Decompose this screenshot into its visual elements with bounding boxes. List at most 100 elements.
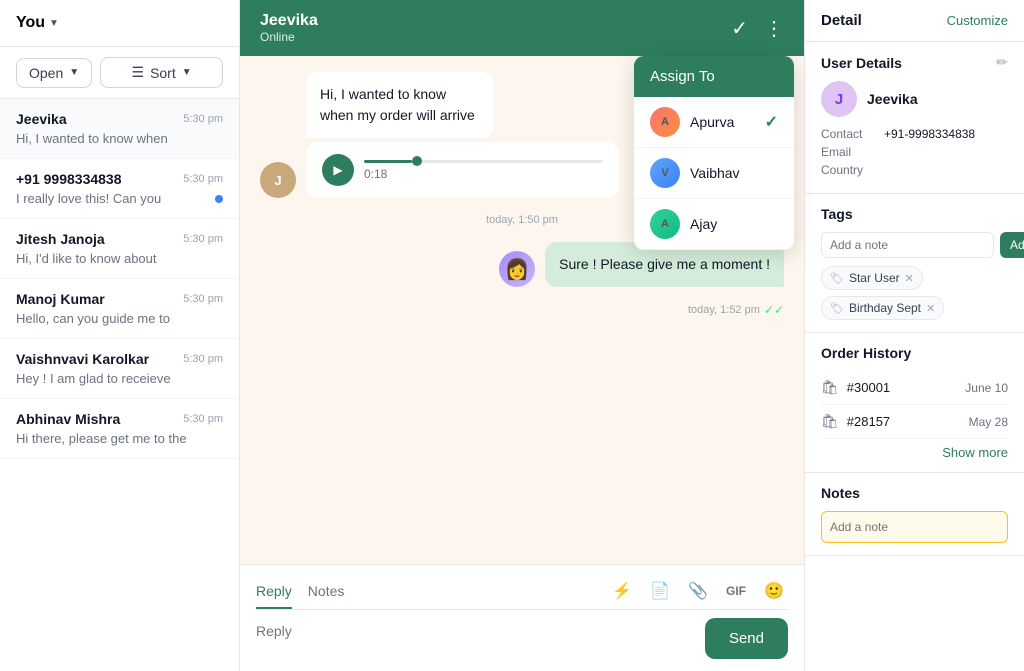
- edit-icon[interactable]: ✏: [996, 54, 1008, 71]
- user-avatar-row: J Jeevika: [821, 81, 1008, 117]
- contact-preview: Hi, I wanted to know when: [16, 131, 168, 146]
- contact-time: 5:30 pm: [183, 353, 223, 365]
- contact-field: Contact +91-9998334838: [821, 127, 1008, 141]
- contact-time: 5:30 pm: [183, 413, 223, 425]
- chat-header-info: Jeevika Online: [260, 12, 318, 44]
- input-tabs: Reply Notes ⚡ 📄 📎 GIF 🙂: [256, 577, 788, 610]
- notes-input[interactable]: [821, 511, 1008, 543]
- email-field: Email: [821, 145, 1008, 159]
- attach-icon[interactable]: 📎: [684, 577, 712, 605]
- tag-birthday-sept: 🏷 Birthday Sept ✕: [821, 296, 944, 320]
- user-name: Jeevika: [867, 91, 918, 107]
- order-item-1: 🛍 #30001 June 10: [821, 371, 1008, 405]
- contact-preview: Hello, can you guide me to: [16, 311, 170, 326]
- resolve-icon[interactable]: ✓: [731, 16, 748, 41]
- order-bag-icon-2: 🛍: [821, 413, 839, 430]
- contact-item[interactable]: Manoj Kumar 5:30 pm Hello, can you guide…: [0, 279, 239, 339]
- tags-input-row: Add: [821, 232, 1008, 258]
- contact-preview: Hi, I'd like to know about: [16, 251, 157, 266]
- chat-input-area: Reply Notes ⚡ 📄 📎 GIF 🙂 Send: [240, 564, 804, 671]
- contact-item[interactable]: Jeevika 5:30 pm Hi, I wanted to know whe…: [0, 99, 239, 159]
- detail-title: Detail: [821, 12, 862, 29]
- assign-agent-vaibhav[interactable]: V Vaibhav: [634, 148, 794, 199]
- show-more-button[interactable]: Show more: [821, 445, 1008, 460]
- user-section-title: User Details: [821, 55, 902, 71]
- outgoing-text: Sure ! Please give me a moment !: [559, 256, 770, 272]
- chat-contact-name: Jeevika: [260, 12, 318, 30]
- add-tag-button[interactable]: Add: [1000, 232, 1024, 258]
- contact-preview: Hi there, please get me to the: [16, 431, 187, 446]
- assign-agent-name-2: Vaibhav: [690, 165, 778, 181]
- order-date-1: June 10: [965, 381, 1008, 395]
- tab-reply[interactable]: Reply: [256, 577, 292, 609]
- open-label: Open: [29, 65, 63, 81]
- order-item-2: 🛍 #28157 May 28: [821, 405, 1008, 439]
- emoji-icon[interactable]: 🙂: [760, 577, 788, 605]
- remove-tag-icon[interactable]: ✕: [905, 272, 914, 285]
- notes-section-header: Notes: [821, 485, 1008, 501]
- contact-preview: Hey ! I am glad to receieve: [16, 371, 171, 386]
- audio-duration: 0:18: [364, 167, 603, 181]
- contact-preview: I really love this! Can you: [16, 191, 161, 206]
- contact-time: 5:30 pm: [183, 293, 223, 305]
- user-details-section: User Details ✏ J Jeevika Contact +91-999…: [805, 42, 1024, 194]
- contact-label: Contact: [821, 127, 876, 141]
- contact-item[interactable]: +91 9998334838 5:30 pm I really love thi…: [0, 159, 239, 219]
- progress-bar: [364, 160, 603, 163]
- sidebar-header: You ▼: [0, 0, 239, 47]
- assign-agent-apurva[interactable]: A Apurva ✓: [634, 97, 794, 148]
- order-bag-icon: 🛍: [821, 379, 839, 396]
- notes-section: Notes: [805, 473, 1024, 556]
- play-button[interactable]: ▶: [322, 154, 354, 186]
- gif-icon[interactable]: GIF: [722, 577, 750, 605]
- open-chevron-icon: ▼: [69, 67, 79, 78]
- sort-chevron-icon: ▼: [182, 67, 192, 78]
- email-label: Email: [821, 145, 876, 159]
- contact-time: 5:30 pm: [183, 173, 223, 185]
- remove-tag-icon-2[interactable]: ✕: [926, 302, 935, 315]
- lightning-icon[interactable]: ⚡: [608, 577, 636, 605]
- reply-input[interactable]: [256, 619, 695, 659]
- order-id-1: #30001: [847, 380, 958, 395]
- user-avatar: J: [821, 81, 857, 117]
- tags-section: Tags Add 🏷 Star User ✕ 🏷 Birthday Sept ✕: [805, 194, 1024, 333]
- contact-item[interactable]: Abhinav Mishra 5:30 pm Hi there, please …: [0, 399, 239, 459]
- assign-agent-ajay[interactable]: A Ajay: [634, 199, 794, 250]
- document-icon[interactable]: 📄: [646, 577, 674, 605]
- contact-time: 5:30 pm: [183, 113, 223, 125]
- user-selector[interactable]: You ▼: [16, 14, 59, 32]
- contact-name: Jitesh Janoja: [16, 231, 105, 247]
- customize-button[interactable]: Customize: [947, 13, 1008, 28]
- sidebar-toolbar: Open ▼ ☰ Sort ▼: [0, 47, 239, 99]
- more-options-icon[interactable]: ⋮: [764, 16, 784, 41]
- assign-dropdown: Assign To A Apurva ✓ V Vaibhav A Ajay: [634, 56, 794, 250]
- incoming-text: Hi, I wanted to know when my order will …: [320, 86, 475, 123]
- tags-title: Tags: [821, 206, 853, 222]
- chat-area: Jeevika Online ✓ ⋮ Assign To A Apurva ✓ …: [240, 0, 804, 671]
- send-button[interactable]: Send: [705, 618, 788, 659]
- apurva-avatar: A: [650, 107, 680, 137]
- recipient-avatar: 👩: [499, 251, 535, 287]
- notes-title: Notes: [821, 485, 860, 501]
- progress-fill: [364, 160, 412, 163]
- contact-time: 5:30 pm: [183, 233, 223, 245]
- open-filter-button[interactable]: Open ▼: [16, 58, 92, 88]
- audio-progress: 0:18: [364, 160, 603, 181]
- tag-icon-2: 🏷: [830, 302, 844, 315]
- progress-dot: [412, 156, 422, 166]
- tag-label-2: Birthday Sept: [849, 301, 921, 315]
- contact-item[interactable]: Jitesh Janoja 5:30 pm Hi, I'd like to kn…: [0, 219, 239, 279]
- tag-icon: 🏷: [830, 272, 844, 285]
- detail-header: Detail Customize: [805, 0, 1024, 42]
- sort-button[interactable]: ☰ Sort ▼: [100, 57, 223, 88]
- contact-item[interactable]: Vaishnvavi Karolkar 5:30 pm Hey ! I am g…: [0, 339, 239, 399]
- country-label: Country: [821, 163, 876, 177]
- audio-bubble: ▶ 0:18: [306, 142, 619, 198]
- vaibhav-avatar: V: [650, 158, 680, 188]
- tag-chips: 🏷 Star User ✕ 🏷 Birthday Sept ✕: [821, 266, 1008, 320]
- tag-input[interactable]: [821, 232, 994, 258]
- country-field: Country: [821, 163, 1008, 177]
- contact-value: +91-9998334838: [884, 127, 975, 141]
- sort-label: Sort: [150, 65, 176, 81]
- tab-notes[interactable]: Notes: [308, 577, 345, 609]
